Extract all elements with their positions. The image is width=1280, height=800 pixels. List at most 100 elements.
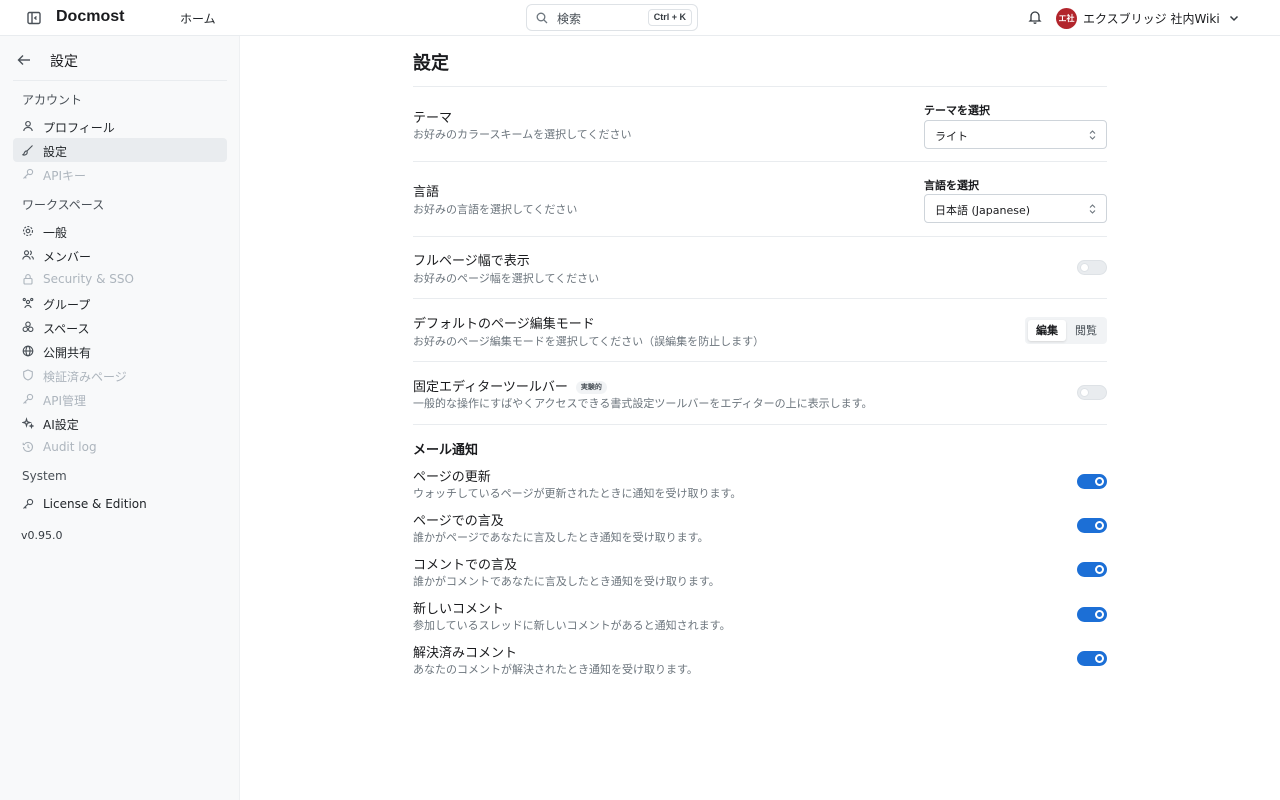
sidebar-item-label: API管理 xyxy=(43,394,86,408)
sticky-toolbar-toggle[interactable] xyxy=(1077,385,1107,400)
sidebar-divider xyxy=(13,80,227,81)
gear-icon xyxy=(22,225,34,237)
sparkles-icon xyxy=(22,417,34,429)
sidebar-item-spaces[interactable]: スペース xyxy=(13,315,227,339)
language-desc: お好みの言語を選択してください xyxy=(413,203,578,216)
sidebar-item-label: Audit log xyxy=(43,440,97,454)
language-select[interactable]: 日本語 (Japanese) xyxy=(924,194,1107,223)
sidebar-item-groups[interactable]: グループ xyxy=(13,291,227,315)
sidebar-item-api-keys[interactable]: APIキー xyxy=(13,162,227,186)
toolbar-desc: 一般的な操作にすばやくアクセスできる書式設定ツールバーをエディターの上に表示しま… xyxy=(413,397,873,410)
section-system: System xyxy=(22,469,67,483)
theme-select-value: ライト xyxy=(935,130,968,143)
sidebar-item-label: APIキー xyxy=(43,169,86,183)
sidebar-item-ai-settings[interactable]: AI設定 xyxy=(13,411,227,435)
notif-desc: ウォッチしているページが更新されたときに通知を受け取ります。 xyxy=(413,487,742,500)
divider xyxy=(413,86,1107,87)
sidebar-item-public-sharing[interactable]: 公開共有 xyxy=(13,339,227,363)
sidebar-item-audit-log[interactable]: Audit log xyxy=(13,435,227,459)
brush-icon xyxy=(22,145,33,156)
theme-select-label: テーマを選択 xyxy=(924,104,990,117)
search-icon xyxy=(536,12,548,24)
divider xyxy=(413,236,1107,237)
notif-title: ページの更新 xyxy=(413,470,491,485)
sidebar-item-label: 検証済みページ xyxy=(43,370,127,384)
full-width-toggle[interactable] xyxy=(1077,260,1107,275)
app-version: v0.95.0 xyxy=(21,529,63,542)
email-notifications-heading: メール通知 xyxy=(413,443,479,458)
top-header: Docmost ホーム 検索 Ctrl + K エ社 エクスブリッジ 社内Wik… xyxy=(0,0,1280,36)
toggle-knob xyxy=(1095,654,1104,663)
sidebar-item-preferences[interactable]: 設定 xyxy=(13,138,227,162)
resolved-comment-toggle[interactable] xyxy=(1077,651,1107,666)
divider xyxy=(413,361,1107,362)
sidebar-item-members[interactable]: メンバー xyxy=(13,243,227,267)
history-icon xyxy=(22,441,34,453)
segment-edit[interactable]: 編集 xyxy=(1028,320,1066,341)
divider xyxy=(413,424,1107,425)
notif-title: コメントでの言及 xyxy=(413,558,518,573)
full-width-title: フルページ幅で表示 xyxy=(413,254,530,269)
full-width-desc: お好みのページ幅を選択してください xyxy=(413,272,600,285)
notif-title: 新しいコメント xyxy=(413,602,505,617)
globe-icon xyxy=(22,345,34,357)
sidebar-item-label: プロフィール xyxy=(43,121,115,135)
key-icon xyxy=(23,168,34,179)
edit-mode-segmented-control: 編集 閲覧 xyxy=(1025,317,1107,344)
toggle-knob xyxy=(1095,565,1104,574)
back-arrow-icon[interactable] xyxy=(16,52,32,68)
toolbar-title-text: 固定エディターツールバー xyxy=(413,380,568,395)
search-button[interactable]: 検索 Ctrl + K xyxy=(526,4,698,31)
toolbar-title: 固定エディターツールバー 実験的 xyxy=(413,376,607,395)
sidebar-toggle-icon[interactable] xyxy=(26,10,42,26)
notif-desc: 参加しているスレッドに新しいコメントがあると通知されます。 xyxy=(413,619,731,632)
sidebar-item-label: Security & SSO xyxy=(43,272,134,286)
workspace-name: エクスブリッジ 社内Wiki xyxy=(1083,11,1220,26)
sidebar-item-api-management[interactable]: API管理 xyxy=(13,387,227,411)
experimental-badge: 実験的 xyxy=(575,381,607,394)
shield-icon xyxy=(23,369,33,381)
divider xyxy=(413,161,1107,162)
app-logo[interactable]: Docmost xyxy=(56,8,124,26)
sidebar-item-label: メンバー xyxy=(43,250,92,264)
search-placeholder: 検索 xyxy=(557,12,582,26)
bell-icon[interactable] xyxy=(1027,9,1043,25)
divider xyxy=(413,298,1107,299)
sidebar-title: 設定 xyxy=(50,54,78,70)
sidebar-item-license[interactable]: License & Edition xyxy=(13,492,227,516)
sidebar-item-security-sso[interactable]: Security & SSO xyxy=(13,267,227,291)
users-icon xyxy=(22,250,34,260)
sidebar-item-profile[interactable]: プロフィール xyxy=(13,114,227,138)
group-icon xyxy=(22,297,34,309)
sidebar-item-label: License & Edition xyxy=(43,497,147,511)
segment-read[interactable]: 閲覧 xyxy=(1068,320,1104,341)
new-comment-toggle[interactable] xyxy=(1077,607,1107,622)
sidebar-item-label: スペース xyxy=(43,322,90,336)
workspace-menu[interactable]: エ社 エクスブリッジ 社内Wiki xyxy=(1056,6,1240,30)
workspace-avatar: エ社 xyxy=(1056,7,1077,29)
sidebar-item-general[interactable]: 一般 xyxy=(13,219,227,243)
sidebar-item-verified-pages[interactable]: 検証済みページ xyxy=(13,363,227,387)
toggle-knob xyxy=(1095,477,1104,486)
toggle-knob xyxy=(1095,610,1104,619)
edit-mode-title: デフォルトのページ編集モード xyxy=(413,317,595,332)
page-update-toggle[interactable] xyxy=(1077,474,1107,489)
sidebar-item-label: 設定 xyxy=(43,145,68,159)
theme-title: テーマ xyxy=(413,111,453,126)
language-select-label: 言語を選択 xyxy=(924,179,979,192)
chevron-up-down-icon xyxy=(1089,204,1096,214)
toggle-knob xyxy=(1095,521,1104,530)
lock-icon xyxy=(23,274,33,285)
sidebar-item-label: 公開共有 xyxy=(43,346,92,360)
key-icon xyxy=(23,498,34,509)
theme-desc: お好みのカラースキームを選択してください xyxy=(413,128,632,141)
comment-mention-toggle[interactable] xyxy=(1077,562,1107,577)
theme-select[interactable]: ライト xyxy=(924,120,1107,149)
search-shortcut: Ctrl + K xyxy=(647,9,692,26)
section-account: アカウント xyxy=(22,93,83,107)
home-link[interactable]: ホーム xyxy=(180,10,216,27)
language-select-value: 日本語 (Japanese) xyxy=(935,204,1031,217)
notif-title: 解決済みコメント xyxy=(413,646,518,661)
page-mention-toggle[interactable] xyxy=(1077,518,1107,533)
spaces-icon xyxy=(22,321,34,333)
